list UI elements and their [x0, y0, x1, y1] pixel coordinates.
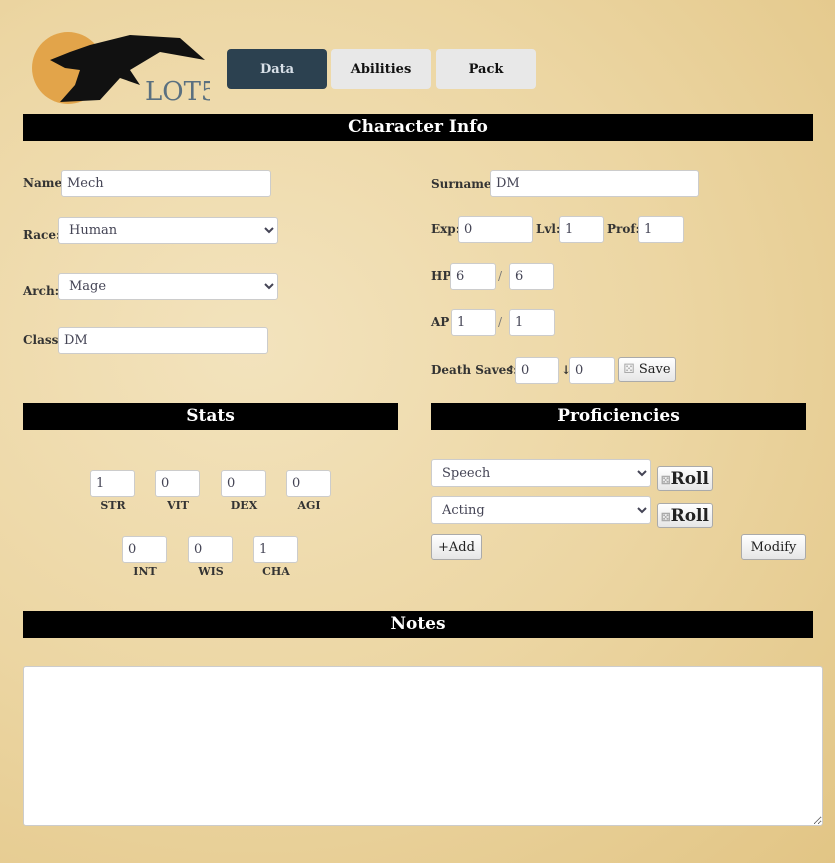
- surname-label: Surname:: [431, 177, 496, 191]
- stat-label: CHA: [262, 565, 290, 578]
- name-input[interactable]: [61, 170, 271, 197]
- stat-input-agi[interactable]: [286, 470, 331, 497]
- stat-input-vit[interactable]: [155, 470, 200, 497]
- notes-header: Notes: [23, 611, 813, 638]
- tab-data[interactable]: Data: [227, 49, 327, 89]
- hp-max-input[interactable]: [509, 263, 554, 290]
- ap-current-input[interactable]: [451, 309, 496, 336]
- proficiency-select[interactable]: Acting: [431, 496, 651, 524]
- name-label: Name:: [23, 176, 67, 190]
- roll-button[interactable]: ⚄Roll: [657, 503, 713, 528]
- svg-text:LOT5: LOT5: [145, 77, 210, 105]
- save-button[interactable]: ⚄ Save: [618, 357, 676, 382]
- stat-label: VIT: [167, 499, 189, 512]
- surname-input[interactable]: [490, 170, 699, 197]
- arch-label: Arch:: [23, 284, 60, 298]
- stat-label: WIS: [198, 565, 224, 578]
- lvl-label: Lvl:: [536, 222, 561, 236]
- logo: LOT5: [30, 30, 217, 107]
- arch-select[interactable]: Mage: [58, 273, 278, 300]
- lvl-input[interactable]: [559, 216, 604, 243]
- roll-label: Roll: [670, 505, 709, 526]
- hp-label: HP: [431, 269, 452, 283]
- modify-button[interactable]: Modify: [741, 534, 806, 560]
- death-fail-input[interactable]: [569, 357, 615, 384]
- dice-icon: ⚄: [661, 510, 671, 524]
- stat-input-cha[interactable]: [253, 536, 298, 563]
- proficiencies-header: Proficiencies: [431, 403, 806, 430]
- roll-button[interactable]: ⚄Roll: [657, 466, 713, 491]
- stat-input-dex[interactable]: [221, 470, 266, 497]
- ap-max-input[interactable]: [509, 309, 555, 336]
- roll-label: Roll: [670, 468, 709, 489]
- stat-label: AGI: [297, 499, 321, 512]
- dice-icon: ⚄: [661, 473, 671, 487]
- death-success-input[interactable]: [515, 357, 559, 384]
- exp-label: Exp:: [431, 222, 461, 236]
- class-input[interactable]: [58, 327, 268, 354]
- exp-input[interactable]: [458, 216, 533, 243]
- stat-label: DEX: [230, 499, 258, 512]
- race-select[interactable]: Human: [58, 217, 278, 244]
- tab-abilities[interactable]: Abilities: [331, 49, 431, 89]
- ap-slash: /: [498, 315, 503, 329]
- proficiency-select[interactable]: Speech: [431, 459, 651, 487]
- dice-icon: ⚄: [623, 362, 635, 377]
- hp-slash: /: [498, 269, 503, 283]
- add-proficiency-button[interactable]: +Add: [431, 534, 482, 560]
- tab-pack[interactable]: Pack: [436, 49, 536, 89]
- stat-input-int[interactable]: [122, 536, 167, 563]
- prof-input[interactable]: [638, 216, 684, 243]
- stat-label: INT: [133, 565, 157, 578]
- stats-header: Stats: [23, 403, 398, 430]
- stat-label: STR: [100, 499, 126, 512]
- stat-input-wis[interactable]: [188, 536, 233, 563]
- character-info-header: Character Info: [23, 114, 813, 141]
- hp-current-input[interactable]: [450, 263, 496, 290]
- death-saves-label: Death Saves:: [431, 363, 518, 377]
- race-label: Race:: [23, 228, 61, 242]
- stat-input-str[interactable]: [90, 470, 135, 497]
- class-label: Class:: [23, 333, 63, 347]
- ap-label: AP: [431, 315, 450, 329]
- notes-textarea[interactable]: [23, 666, 823, 826]
- prof-label: Prof:: [607, 222, 640, 236]
- save-label: Save: [638, 362, 671, 377]
